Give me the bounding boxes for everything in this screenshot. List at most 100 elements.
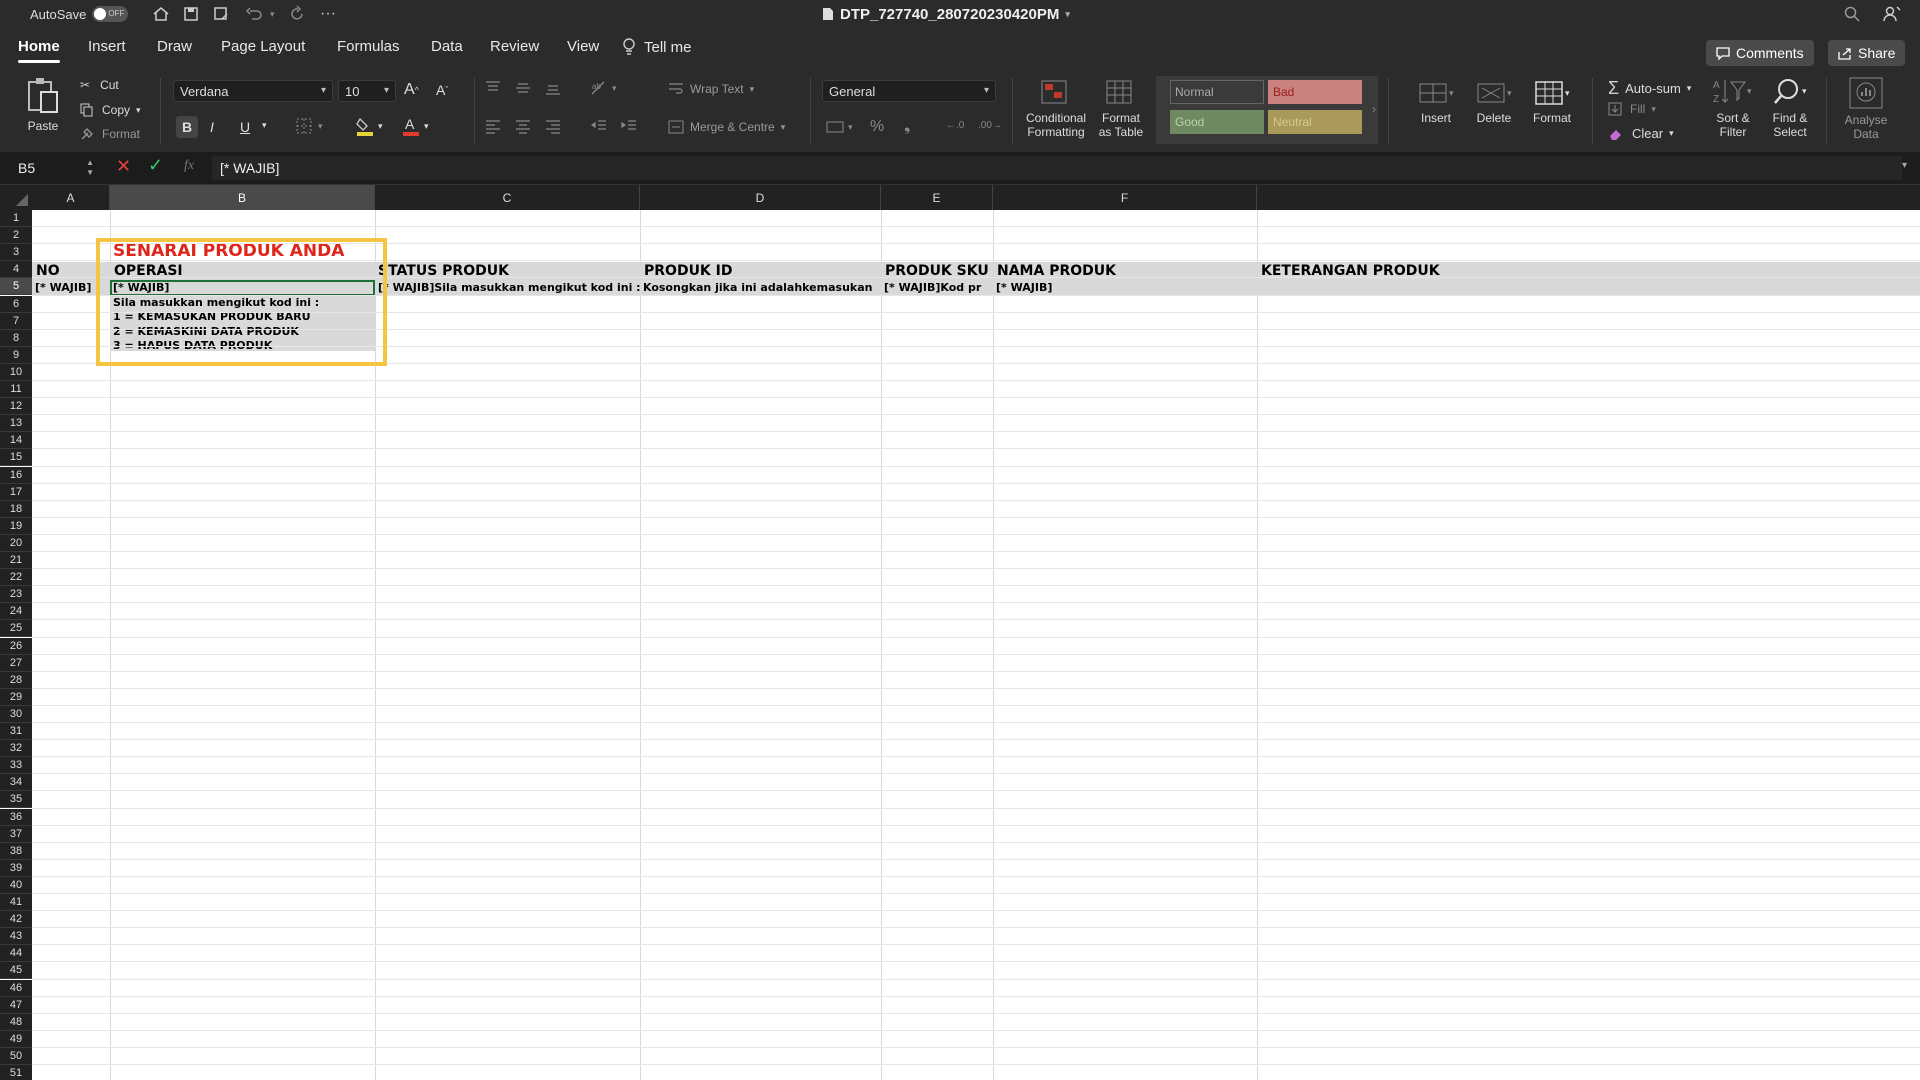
paste-button[interactable]: Paste	[20, 76, 66, 133]
style-good[interactable]: Good	[1170, 110, 1264, 134]
column-header-b[interactable]: B	[110, 185, 375, 210]
font-color-icon[interactable]: A ▾	[402, 116, 429, 136]
percent-icon[interactable]: %	[870, 118, 884, 136]
more-icon[interactable]: ···	[320, 0, 336, 28]
autosum-button[interactable]: Σ Auto-sum ▾	[1608, 78, 1691, 99]
row-header-34[interactable]: 34	[0, 774, 32, 792]
underline-button[interactable]: U	[240, 116, 250, 138]
row-header-19[interactable]: 19	[0, 517, 32, 535]
bold-button[interactable]: B	[176, 116, 198, 138]
redo-icon[interactable]	[288, 0, 306, 28]
column-header-a[interactable]: A	[32, 185, 110, 210]
row-header-5[interactable]: 5	[0, 278, 32, 296]
row-header-15[interactable]: 15	[0, 449, 32, 467]
decrease-decimal-icon[interactable]: .00→	[978, 120, 1002, 131]
format-painter-button[interactable]: Format	[80, 127, 140, 141]
column-header-e[interactable]: E	[881, 185, 993, 210]
font-size-dropdown[interactable]: 10 ▾	[338, 80, 396, 102]
row-header-43[interactable]: 43	[0, 928, 32, 946]
cut-button[interactable]: ✂ Cut	[80, 78, 119, 92]
row-header-10[interactable]: 10	[0, 363, 32, 381]
row-header-27[interactable]: 27	[0, 654, 32, 672]
merge-centre-button[interactable]: Merge & Centre ▾	[668, 120, 785, 134]
row-header-26[interactable]: 26	[0, 637, 32, 655]
tab-draw[interactable]: Draw	[157, 38, 192, 55]
fill-button[interactable]: Fill ▾	[1608, 102, 1656, 116]
italic-button[interactable]: I	[210, 116, 214, 138]
row-header-32[interactable]: 32	[0, 740, 32, 758]
cell-e5[interactable]: [* WAJIB]Kod pr	[884, 281, 993, 294]
insert-cells-button[interactable]: ▾ Insert	[1408, 78, 1464, 125]
styles-more-icon[interactable]: ›	[1372, 102, 1376, 116]
fx-icon[interactable]: fx	[184, 158, 194, 174]
row-header-25[interactable]: 25	[0, 620, 32, 638]
formula-input[interactable]: [* WAJIB]	[212, 156, 1902, 180]
row-header-21[interactable]: 21	[0, 552, 32, 570]
decrease-indent-icon[interactable]	[590, 118, 608, 134]
fill-color-icon[interactable]: ▾	[356, 116, 383, 136]
column-header-c[interactable]: C	[375, 185, 640, 210]
save-icon[interactable]	[182, 0, 200, 28]
autosave-toggle[interactable]: OFF	[92, 6, 129, 22]
sort-filter-button[interactable]: A Z ▾ Sort & Filter	[1706, 76, 1760, 139]
column-header-f[interactable]: F	[993, 185, 1257, 210]
cell-f5[interactable]: [* WAJIB]	[996, 281, 1256, 294]
wrap-text-button[interactable]: Wrap Text ▾	[668, 82, 754, 96]
home-icon[interactable]	[152, 0, 170, 28]
row-header-36[interactable]: 36	[0, 808, 32, 826]
copy-dropdown-icon[interactable]: ▾	[136, 105, 141, 116]
spreadsheet-grid[interactable]: A B C D E F G 12345678910111213141516171…	[0, 185, 1920, 1080]
font-name-dropdown[interactable]: Verdana ▾	[173, 80, 333, 102]
search-icon[interactable]	[1843, 0, 1861, 28]
increase-indent-icon[interactable]	[620, 118, 638, 134]
row-header-9[interactable]: 9	[0, 346, 32, 364]
delete-cells-button[interactable]: ▾ Delete	[1466, 78, 1522, 125]
row-header-16[interactable]: 16	[0, 466, 32, 484]
row-header-39[interactable]: 39	[0, 859, 32, 877]
cancel-entry-icon[interactable]: ✕	[116, 156, 131, 177]
tell-me[interactable]: Tell me	[622, 38, 692, 56]
copy-button[interactable]: Copy ▾	[80, 103, 141, 117]
tab-data[interactable]: Data	[431, 38, 463, 55]
name-box-stepper-icon[interactable]: ▲ ▼	[86, 158, 94, 178]
conditional-formatting-button[interactable]: Conditional Formatting	[1020, 78, 1092, 139]
cell-d5[interactable]: Kosongkan jika ini adalahkemasukan	[643, 281, 881, 294]
row-header-45[interactable]: 45	[0, 962, 32, 980]
row-header-3[interactable]: 3	[0, 244, 32, 262]
align-right-icon[interactable]	[544, 118, 562, 134]
accounting-format-icon[interactable]: ▾	[826, 120, 853, 134]
number-format-dropdown[interactable]: General ▾	[822, 80, 996, 102]
tab-view[interactable]: View	[567, 38, 599, 55]
row-header-33[interactable]: 33	[0, 757, 32, 775]
format-as-table-button[interactable]: Format as Table	[1094, 78, 1148, 139]
decrease-font-icon[interactable]: Aˇ	[436, 82, 448, 98]
underline-dropdown-icon[interactable]: ▾	[262, 120, 267, 131]
undo-dropdown-icon[interactable]: ▾	[270, 0, 275, 28]
row-header-30[interactable]: 30	[0, 705, 32, 723]
row-header-24[interactable]: 24	[0, 603, 32, 621]
row-header-41[interactable]: 41	[0, 894, 32, 912]
row-header-28[interactable]: 28	[0, 671, 32, 689]
orientation-icon[interactable]: ab ▾	[590, 80, 617, 96]
name-box[interactable]: B5 ▲ ▼	[8, 156, 98, 180]
comments-button[interactable]: Comments	[1706, 40, 1814, 66]
format-cells-button[interactable]: ▾ Format	[1524, 78, 1580, 125]
row-header-6[interactable]: 6	[0, 295, 32, 313]
row-header-49[interactable]: 49	[0, 1030, 32, 1048]
row-header-12[interactable]: 12	[0, 398, 32, 416]
style-bad[interactable]: Bad	[1268, 80, 1362, 104]
row-header-48[interactable]: 48	[0, 1013, 32, 1031]
style-neutral[interactable]: Neutral	[1268, 110, 1362, 134]
tab-review[interactable]: Review	[490, 38, 539, 55]
row-header-8[interactable]: 8	[0, 329, 32, 347]
row-header-35[interactable]: 35	[0, 791, 32, 809]
tab-formulas[interactable]: Formulas	[337, 38, 400, 55]
title-dropdown-icon[interactable]: ▾	[1065, 9, 1070, 20]
row-header-51[interactable]: 51	[0, 1065, 32, 1080]
tab-home[interactable]: Home	[18, 38, 60, 63]
row-header-37[interactable]: 37	[0, 825, 32, 843]
autosave[interactable]: AutoSave OFF	[30, 0, 129, 28]
align-center-icon[interactable]	[514, 118, 532, 134]
row-header-18[interactable]: 18	[0, 500, 32, 518]
align-bottom-icon[interactable]	[544, 80, 562, 96]
